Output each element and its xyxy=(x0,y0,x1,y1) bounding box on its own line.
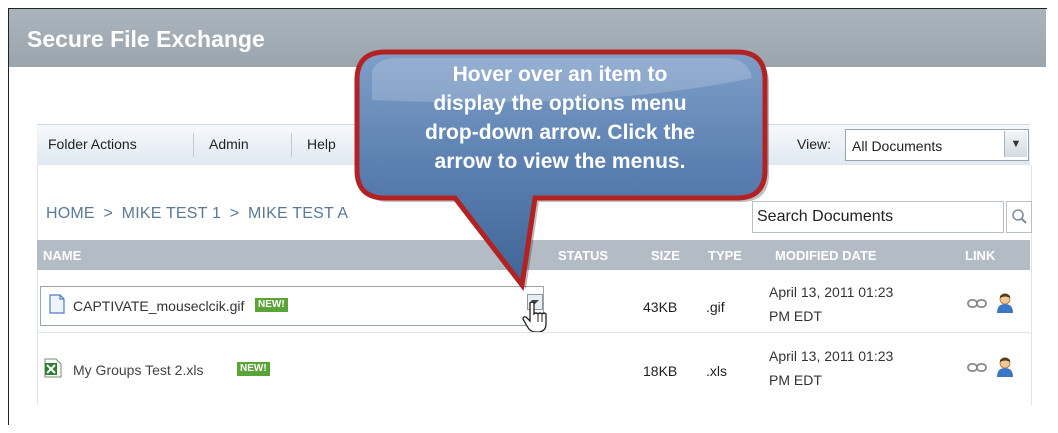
callout-line: display the options menu xyxy=(433,92,687,115)
callout-line: drop-down arrow. Click the xyxy=(425,121,695,144)
callout-text: Hover over an item to display the option… xyxy=(370,60,750,176)
callout-line: Hover over an item to xyxy=(452,63,668,86)
callout-line: arrow to view the menus. xyxy=(434,150,686,173)
